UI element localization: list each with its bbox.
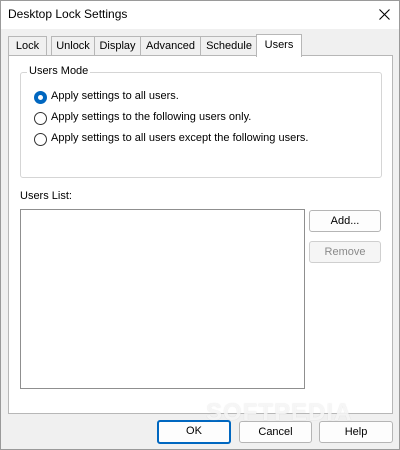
users-tab-panel: Users Mode Apply settings to all users. … — [8, 55, 393, 414]
radio-following-users[interactable]: Apply settings to the following users on… — [34, 111, 274, 127]
users-list-label: Users List: — [20, 190, 72, 202]
tab-unlock[interactable]: Unlock — [51, 36, 95, 56]
remove-user-button[interactable]: Remove — [309, 241, 381, 263]
radio-button[interactable] — [34, 112, 47, 125]
tab-lock[interactable]: Lock — [8, 36, 47, 56]
radio-all-users[interactable]: Apply settings to all users. — [34, 90, 234, 106]
radio-button-checked[interactable] — [34, 91, 47, 104]
softpedia-watermark: SOFTPEDIA — [206, 399, 353, 426]
radio-all-users-label: Apply settings to all users. — [51, 90, 179, 102]
tab-users[interactable]: Users — [256, 34, 302, 57]
close-icon — [379, 9, 390, 20]
window-title: Desktop Lock Settings — [8, 7, 128, 21]
tab-advanced[interactable]: Advanced — [140, 36, 201, 56]
title-bar: Desktop Lock Settings — [1, 1, 399, 29]
dialog-window: Desktop Lock Settings Lock Unlock Displa… — [0, 0, 400, 450]
users-mode-label: Users Mode — [27, 65, 91, 77]
radio-except-users-label: Apply settings to all users except the f… — [51, 132, 309, 144]
users-listbox[interactable] — [20, 209, 305, 389]
tab-schedule[interactable]: Schedule — [200, 36, 258, 56]
radio-button[interactable] — [34, 133, 47, 146]
radio-except-users[interactable]: Apply settings to all users except the f… — [34, 132, 334, 148]
tab-display[interactable]: Display — [94, 36, 141, 56]
add-user-button[interactable]: Add... — [309, 210, 381, 232]
radio-following-users-label: Apply settings to the following users on… — [51, 111, 252, 123]
close-button[interactable] — [369, 1, 399, 29]
